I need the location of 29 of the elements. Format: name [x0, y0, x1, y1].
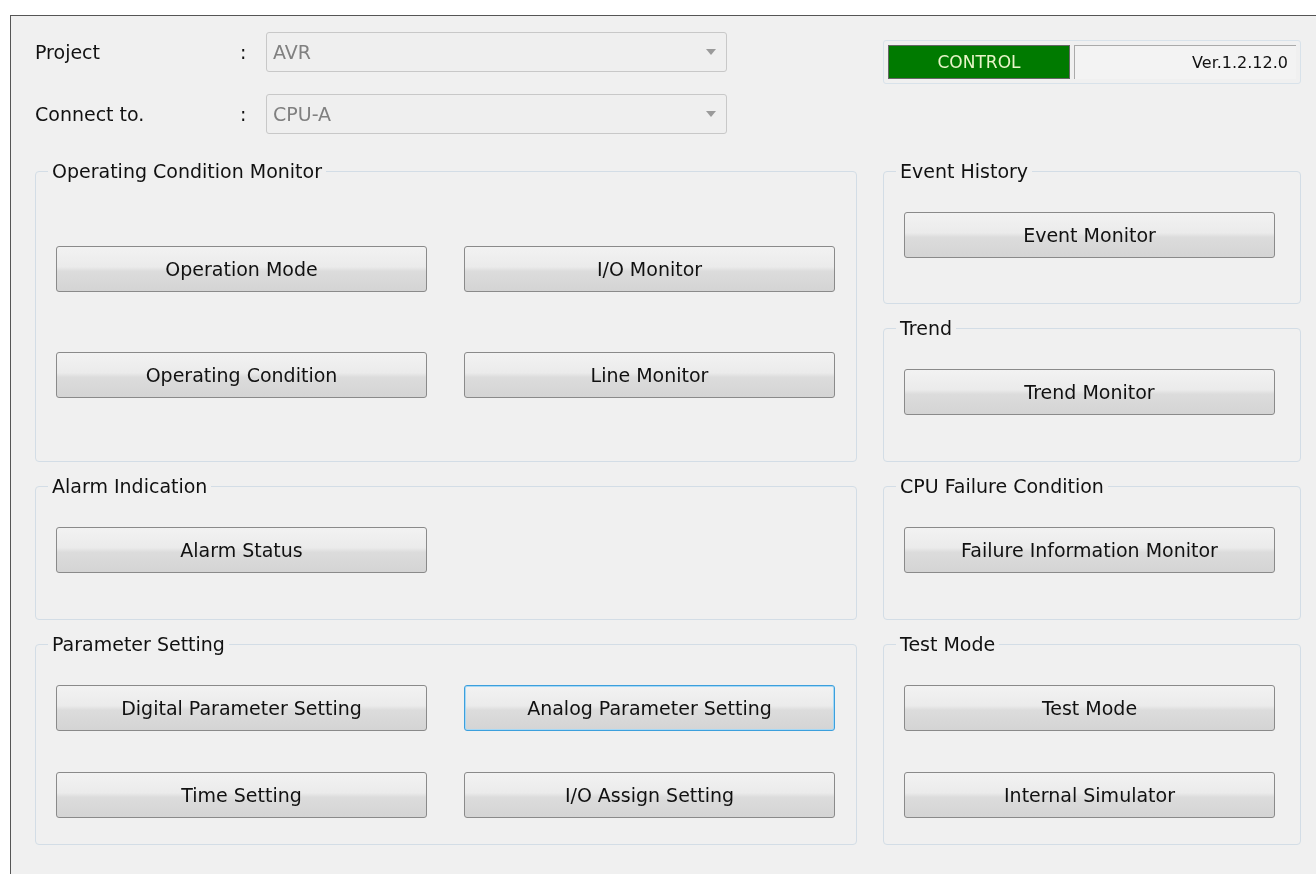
- function-button[interactable]: Internal Simulator: [904, 772, 1275, 818]
- dropdown-arrow-icon: [706, 111, 716, 117]
- group-title: CPU Failure Condition: [899, 475, 1105, 497]
- group-title: Operating Condition Monitor: [51, 160, 323, 182]
- group-title: Event History: [899, 160, 1030, 182]
- function-button[interactable]: Operating Condition: [56, 351, 427, 398]
- function-button[interactable]: Test Mode: [904, 685, 1275, 731]
- function-button[interactable]: Failure Information Monitor: [904, 527, 1275, 573]
- mode-indicator: CONTROL: [888, 45, 1070, 79]
- function-button[interactable]: Event Monitor: [904, 212, 1275, 258]
- function-button[interactable]: I/O Monitor: [464, 245, 835, 292]
- dropdown-arrow-icon: [706, 49, 716, 55]
- function-button[interactable]: Analog Parameter Setting: [464, 685, 835, 731]
- colon-separator: :: [240, 41, 248, 63]
- group-title: Alarm Indication: [51, 475, 209, 497]
- function-button[interactable]: Digital Parameter Setting: [56, 685, 427, 731]
- function-button[interactable]: Operation Mode: [56, 245, 427, 292]
- field-label: Connect to.: [35, 103, 146, 125]
- group-title: Parameter Setting: [51, 633, 226, 655]
- function-button[interactable]: Alarm Status: [56, 527, 427, 573]
- function-button[interactable]: Trend Monitor: [904, 369, 1275, 415]
- group-title: Trend: [899, 317, 953, 339]
- version-label: Ver.1.2.12.0: [1074, 45, 1296, 79]
- function-button[interactable]: Time Setting: [56, 772, 427, 818]
- function-button[interactable]: Line Monitor: [464, 351, 835, 398]
- colon-separator: :: [240, 103, 248, 125]
- group-title: Test Mode: [899, 633, 997, 655]
- field-label: Project: [35, 41, 101, 63]
- function-button[interactable]: I/O Assign Setting: [464, 772, 835, 818]
